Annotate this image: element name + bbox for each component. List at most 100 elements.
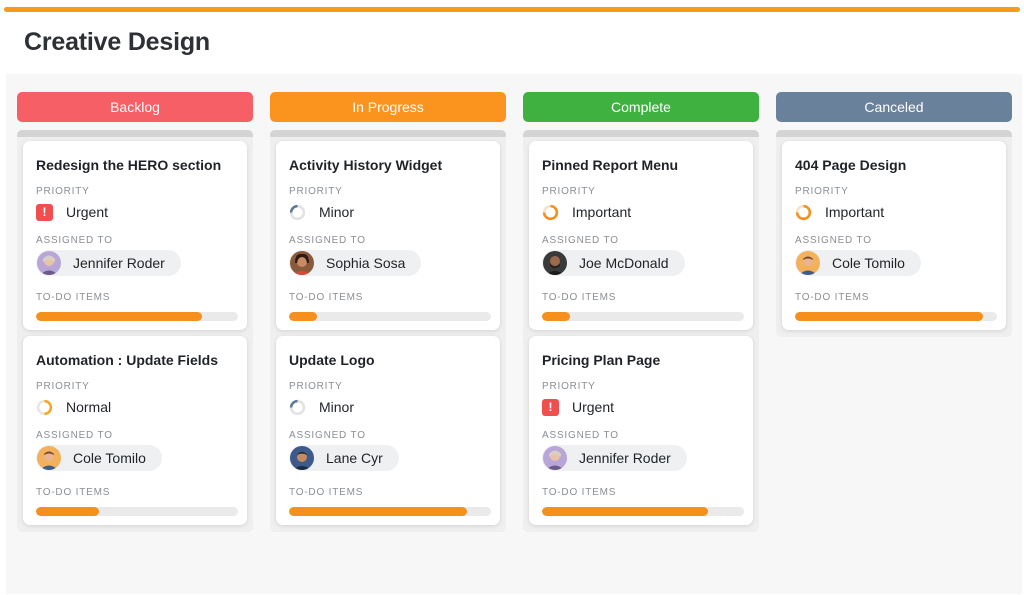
card-title: Redesign the HERO section bbox=[36, 157, 222, 173]
page-title: Creative Design bbox=[24, 28, 210, 56]
todo-items-label: TO-DO ITEMS bbox=[289, 487, 364, 498]
todo-items-label: TO-DO ITEMS bbox=[542, 487, 617, 498]
priority-row: Normal bbox=[36, 397, 234, 417]
todo-progress-fill bbox=[795, 312, 983, 321]
priority-value: Minor bbox=[319, 204, 355, 220]
priority-row: Important bbox=[542, 202, 740, 222]
quarter-circle-icon bbox=[289, 204, 306, 221]
assignee-name: Cole Tomilo bbox=[73, 450, 146, 466]
todo-progress-fill bbox=[289, 507, 467, 516]
assignee-chip[interactable]: Cole Tomilo bbox=[795, 250, 921, 276]
assignee-chip[interactable]: Lane Cyr bbox=[289, 445, 399, 471]
todo-progress-bar bbox=[289, 312, 491, 321]
assigned-to-label: ASSIGNED TO bbox=[542, 235, 619, 246]
priority-value: Normal bbox=[66, 399, 112, 415]
priority-label: PRIORITY bbox=[36, 186, 90, 197]
task-card[interactable]: Pinned Report Menu PRIORITY Important AS… bbox=[529, 141, 753, 330]
priority-row: ! Urgent bbox=[542, 397, 740, 417]
priority-value: Important bbox=[825, 204, 885, 220]
avatar bbox=[290, 251, 314, 275]
todo-progress-bar bbox=[542, 312, 744, 321]
card-title: 404 Page Design bbox=[795, 157, 907, 173]
todo-items-label: TO-DO ITEMS bbox=[795, 292, 870, 303]
todo-progress-bar bbox=[542, 507, 744, 516]
priority-row: Important bbox=[795, 202, 993, 222]
exclamation-icon: ! bbox=[542, 398, 559, 416]
task-card[interactable]: Redesign the HERO section PRIORITY ! Urg… bbox=[23, 141, 247, 330]
todo-progress-fill bbox=[289, 312, 318, 321]
todo-progress-fill bbox=[542, 507, 708, 516]
column-header-canceled[interactable]: Canceled bbox=[776, 92, 1012, 122]
assignee-name: Cole Tomilo bbox=[832, 255, 905, 271]
avatar bbox=[796, 251, 820, 275]
assignee-name: Sophia Sosa bbox=[326, 255, 406, 271]
priority-value: Minor bbox=[319, 399, 355, 415]
avatar bbox=[543, 251, 567, 275]
assigned-to-label: ASSIGNED TO bbox=[289, 235, 366, 246]
column-body: 404 Page Design PRIORITY Important ASSIG… bbox=[776, 130, 1012, 337]
assignee-chip[interactable]: Cole Tomilo bbox=[36, 445, 162, 471]
avatar bbox=[290, 446, 314, 470]
todo-progress-fill bbox=[36, 507, 99, 516]
column-body: Activity History Widget PRIORITY Minor A… bbox=[270, 130, 506, 532]
assignee-chip[interactable]: Jennifer Roder bbox=[36, 250, 181, 276]
todo-progress-bar bbox=[36, 507, 238, 516]
task-card[interactable]: Pricing Plan Page PRIORITY ! Urgent ASSI… bbox=[529, 336, 753, 525]
column-header-backlog[interactable]: Backlog bbox=[17, 92, 253, 122]
priority-value: Urgent bbox=[572, 399, 615, 415]
todo-progress-bar bbox=[36, 312, 238, 321]
top-accent-bar bbox=[4, 7, 1020, 12]
column-canceled: Canceled 404 Page Design PRIORITY Import… bbox=[776, 92, 1012, 337]
assignee-chip[interactable]: Jennifer Roder bbox=[542, 445, 687, 471]
card-title: Update Logo bbox=[289, 352, 375, 368]
todo-items-label: TO-DO ITEMS bbox=[289, 292, 364, 303]
todo-progress-bar bbox=[795, 312, 997, 321]
task-card[interactable]: Activity History Widget PRIORITY Minor A… bbox=[276, 141, 500, 330]
todo-items-label: TO-DO ITEMS bbox=[36, 487, 111, 498]
priority-label: PRIORITY bbox=[542, 381, 596, 392]
assignee-chip[interactable]: Joe McDonald bbox=[542, 250, 685, 276]
half-circle-icon bbox=[36, 399, 53, 416]
assigned-to-label: ASSIGNED TO bbox=[795, 235, 872, 246]
column-body: Pinned Report Menu PRIORITY Important AS… bbox=[523, 130, 759, 532]
assigned-to-label: ASSIGNED TO bbox=[36, 430, 113, 441]
card-title: Automation : Update Fields bbox=[36, 352, 218, 368]
assignee-name: Jennifer Roder bbox=[73, 255, 165, 271]
priority-value: Important bbox=[572, 204, 632, 220]
todo-items-label: TO-DO ITEMS bbox=[542, 292, 617, 303]
priority-label: PRIORITY bbox=[289, 381, 343, 392]
priority-row: Minor bbox=[289, 202, 487, 222]
three-quarter-circle-icon bbox=[795, 204, 812, 221]
assignee-name: Jennifer Roder bbox=[579, 450, 671, 466]
task-card[interactable]: Automation : Update Fields PRIORITY Norm… bbox=[23, 336, 247, 525]
assignee-chip[interactable]: Sophia Sosa bbox=[289, 250, 422, 276]
priority-label: PRIORITY bbox=[542, 186, 596, 197]
todo-items-label: TO-DO ITEMS bbox=[36, 292, 111, 303]
avatar bbox=[543, 446, 567, 470]
quarter-circle-icon bbox=[289, 399, 306, 416]
column-header-complete[interactable]: Complete bbox=[523, 92, 759, 122]
todo-progress-bar bbox=[289, 507, 491, 516]
priority-label: PRIORITY bbox=[795, 186, 849, 197]
exclamation-icon: ! bbox=[36, 203, 53, 221]
priority-value: Urgent bbox=[66, 204, 109, 220]
todo-progress-fill bbox=[36, 312, 202, 321]
priority-row: ! Urgent bbox=[36, 202, 234, 222]
priority-label: PRIORITY bbox=[289, 186, 343, 197]
card-title: Activity History Widget bbox=[289, 157, 443, 173]
priority-row: Minor bbox=[289, 397, 487, 417]
column-complete: Complete Pinned Report Menu PRIORITY Imp… bbox=[523, 92, 759, 532]
three-quarter-circle-icon bbox=[542, 204, 559, 221]
column-body: Redesign the HERO section PRIORITY ! Urg… bbox=[17, 130, 253, 532]
column-header-in-progress[interactable]: In Progress bbox=[270, 92, 506, 122]
column-in-progress: In Progress Activity History Widget PRIO… bbox=[270, 92, 506, 532]
assignee-name: Joe McDonald bbox=[579, 255, 669, 271]
assigned-to-label: ASSIGNED TO bbox=[542, 430, 619, 441]
task-card[interactable]: 404 Page Design PRIORITY Important ASSIG… bbox=[782, 141, 1006, 330]
card-title: Pinned Report Menu bbox=[542, 157, 679, 173]
task-card[interactable]: Update Logo PRIORITY Minor ASSIGNED TO L… bbox=[276, 336, 500, 525]
card-title: Pricing Plan Page bbox=[542, 352, 661, 368]
avatar bbox=[37, 446, 61, 470]
assignee-name: Lane Cyr bbox=[326, 450, 383, 466]
column-backlog: Backlog Redesign the HERO section PRIORI… bbox=[17, 92, 253, 532]
